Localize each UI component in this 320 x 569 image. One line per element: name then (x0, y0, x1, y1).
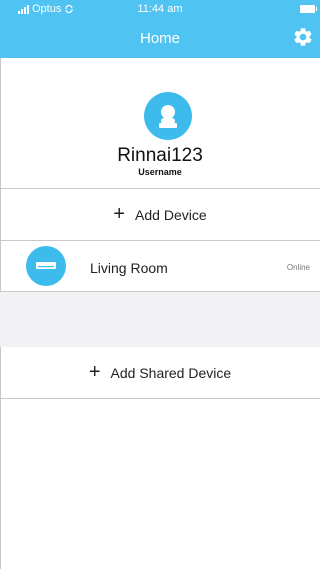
plus-icon: + (88, 361, 101, 383)
device-status: Online (286, 263, 310, 272)
status-time: 11:44 am (137, 3, 183, 15)
nav-bar: Home (0, 20, 320, 58)
divider (0, 398, 320, 399)
profile-section: Rinnai123 Username (0, 58, 320, 188)
gear-icon[interactable] (292, 26, 314, 48)
username: Rinnai123 (117, 145, 203, 166)
battery-icon (300, 5, 317, 13)
device-row-living-room[interactable]: Living Room Online (0, 241, 320, 291)
section-spacer (0, 292, 320, 347)
device-name: Living Room (90, 260, 168, 276)
add-device-label: Add Device (135, 207, 207, 223)
device-avatar (26, 246, 66, 286)
add-shared-device-label: Add Shared Device (110, 365, 232, 381)
person-icon (159, 105, 177, 128)
add-device-button[interactable]: + Add Device (0, 189, 320, 241)
status-bar: Optus 11:44 am (0, 0, 320, 20)
username-label: Username (138, 167, 182, 177)
plus-icon: + (113, 203, 126, 225)
air-conditioner-icon (36, 262, 56, 269)
page-title: Home (139, 30, 180, 47)
add-shared-device-button[interactable]: + Add Shared Device (0, 347, 320, 399)
avatar (144, 92, 192, 140)
